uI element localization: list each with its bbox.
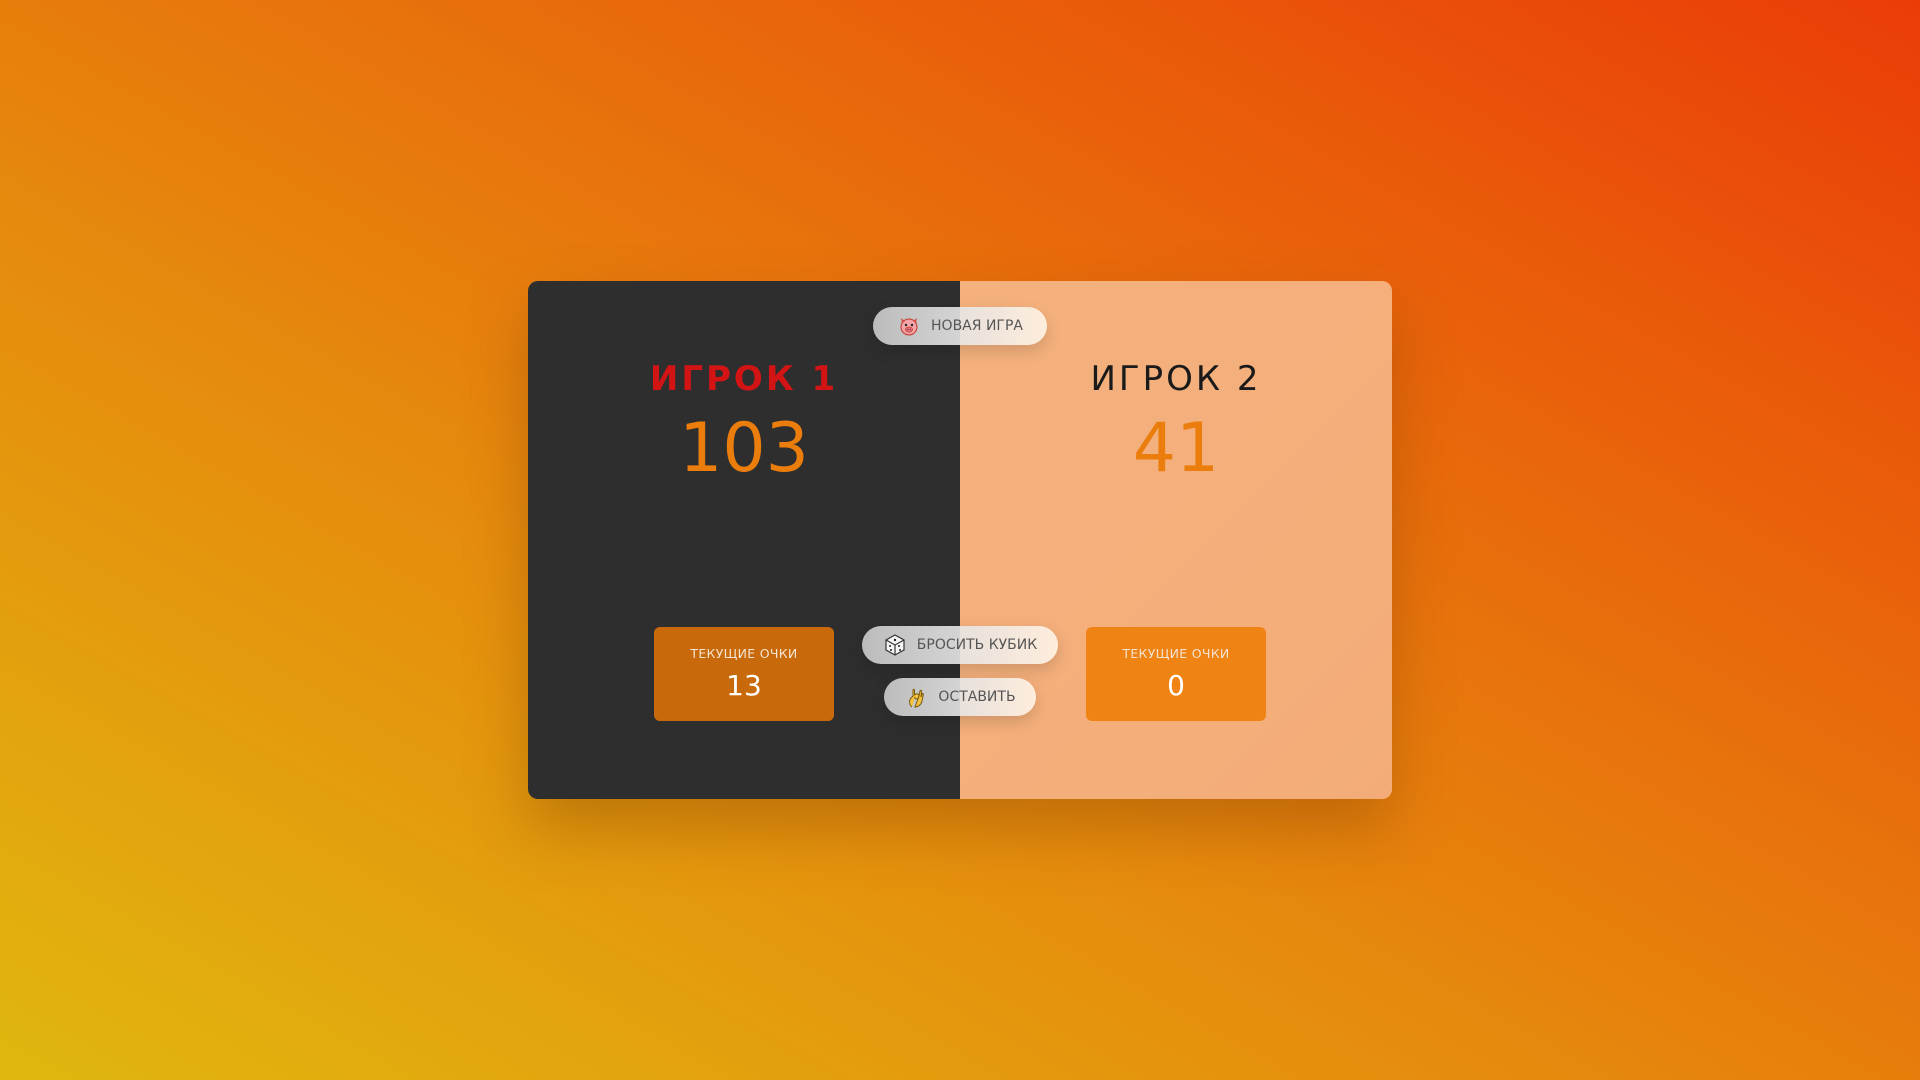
dice-icon [883, 633, 907, 657]
roll-dice-label: БРОСИТЬ КУБИК [916, 637, 1038, 653]
player-2-current-box: ТЕКУЩИЕ ОЧКИ 0 [1086, 627, 1266, 721]
pig-icon [897, 314, 921, 338]
new-game-button[interactable]: НОВАЯ ИГРА [873, 307, 1047, 345]
hold-button[interactable]: ОСТАВИТЬ [884, 678, 1036, 716]
hold-label: ОСТАВИТЬ [938, 689, 1016, 705]
player-1-panel: ИГРОК 1 103 ТЕКУЩИЕ ОЧКИ 13 [528, 281, 960, 799]
new-game-label: НОВАЯ ИГРА [931, 318, 1023, 334]
player-1-current-label: ТЕКУЩИЕ ОЧКИ [690, 646, 798, 661]
player-2-current-score: 0 [1167, 669, 1185, 702]
player-1-name: ИГРОК 1 [649, 359, 839, 399]
player-2-total-score: 41 [1132, 409, 1220, 488]
player-1-total-score: 103 [679, 409, 809, 488]
game-board: ИГРОК 1 103 ТЕКУЩИЕ ОЧКИ 13 ИГРОК 2 41 Т… [528, 281, 1392, 799]
player-1-current-box: ТЕКУЩИЕ ОЧКИ 13 [654, 627, 834, 721]
player-2-panel: ИГРОК 2 41 ТЕКУЩИЕ ОЧКИ 0 [960, 281, 1392, 799]
roll-dice-button[interactable]: БРОСИТЬ КУБИК [862, 626, 1058, 664]
player-2-current-label: ТЕКУЩИЕ ОЧКИ [1122, 646, 1230, 661]
player-1-current-score: 13 [726, 669, 762, 702]
player-2-name: ИГРОК 2 [1090, 359, 1262, 399]
ok-hand-icon [904, 685, 928, 709]
